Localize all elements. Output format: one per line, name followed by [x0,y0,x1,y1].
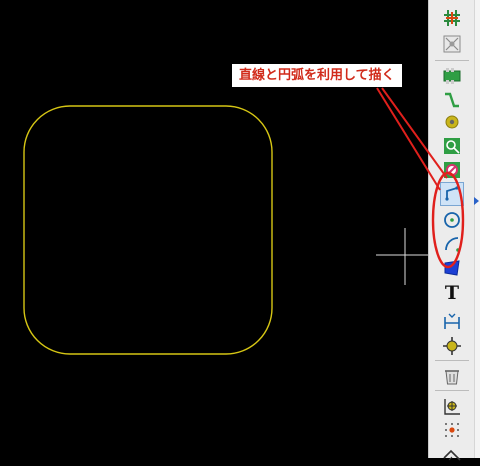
add-zone-icon[interactable] [440,134,464,158]
add-via-icon[interactable] [440,110,464,134]
board-outline [23,105,273,355]
right-toolbar: T [428,0,475,461]
add-target-icon[interactable] [440,334,464,358]
add-text-icon[interactable]: T [440,281,464,305]
toolbar-side-strip [474,0,480,458]
draw-line-icon[interactable] [440,182,464,206]
add-keepout-icon[interactable] [440,158,464,182]
add-dimension-icon[interactable] [440,310,464,334]
expand-arrow-icon[interactable] [474,197,479,205]
highlight-net-icon[interactable] [440,6,464,30]
local-ratsnest-icon[interactable] [440,32,464,56]
add-footprint-icon[interactable] [440,64,464,88]
grid-origin-icon[interactable] [440,418,464,442]
route-track-icon[interactable] [440,88,464,112]
draw-polygon-icon[interactable] [440,256,464,280]
draw-circle-icon[interactable] [440,208,464,232]
measure-icon[interactable] [440,442,464,466]
annotation-callout: 直線と円弧を利用して描く [232,64,402,87]
set-origin-icon[interactable] [440,394,464,418]
draw-arc-icon[interactable] [440,232,464,256]
text-tool-glyph: T [444,282,460,304]
delete-icon[interactable] [440,364,464,388]
